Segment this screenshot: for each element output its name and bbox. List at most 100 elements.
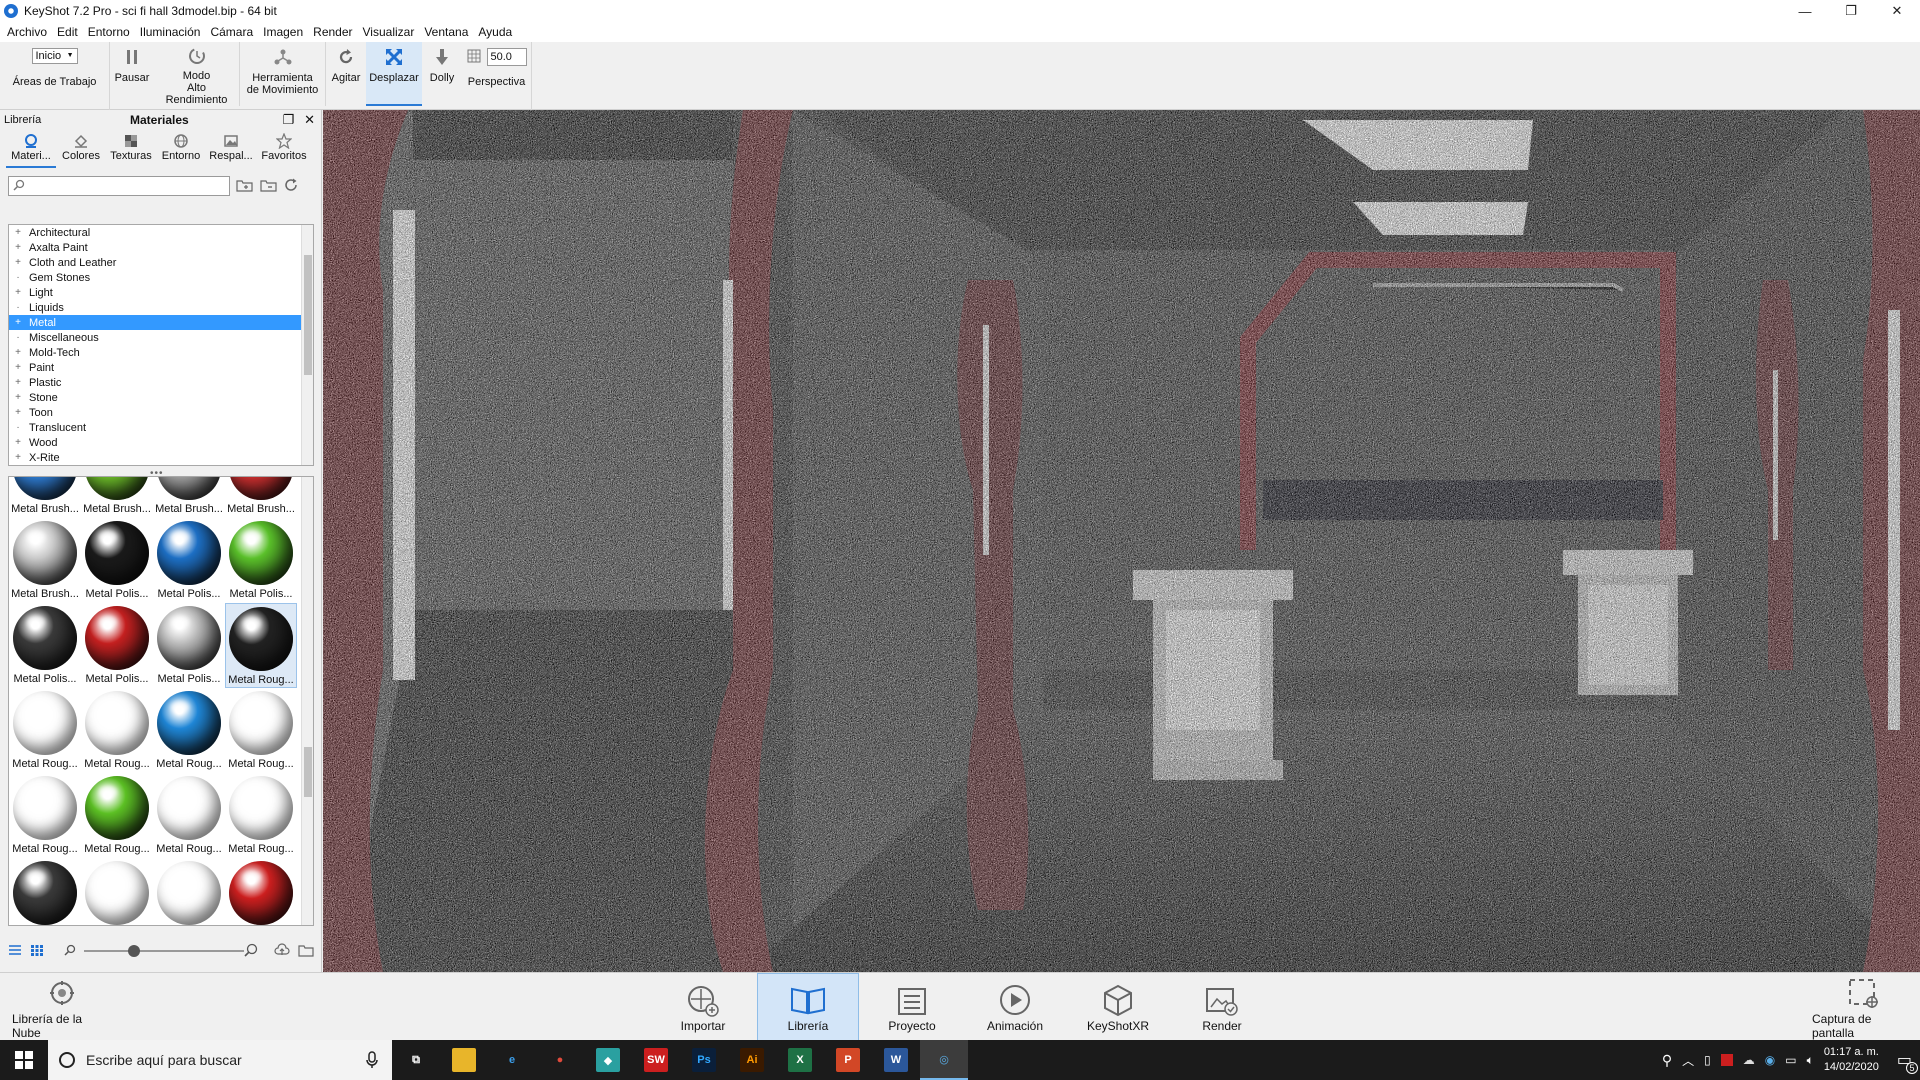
tree-item[interactable]: · Miscellaneous: [9, 330, 313, 345]
taskbar-app-photoshop[interactable]: Ps: [680, 1040, 728, 1080]
network-icon[interactable]: ▭: [1785, 1053, 1796, 1067]
taskbar-app-task-view[interactable]: ⧉: [392, 1040, 440, 1080]
grid-scrollbar[interactable]: [301, 477, 313, 925]
menu-visualizar[interactable]: Visualizar: [358, 25, 420, 39]
menu-ventana[interactable]: Ventana: [419, 25, 473, 39]
tab-colors[interactable]: Colores: [56, 130, 106, 168]
material-thumbnail[interactable]: Metal Polis...: [153, 518, 225, 603]
material-thumbnail[interactable]: Metal Polis...: [81, 518, 153, 603]
tab-materials[interactable]: Materi...: [6, 130, 56, 168]
move-tool-button[interactable]: Herramienta de Movimiento: [240, 42, 326, 106]
start-button[interactable]: [0, 1040, 48, 1080]
expand-plus-icon[interactable]: +: [13, 347, 23, 358]
chevron-up-icon[interactable]: ︿: [1682, 1052, 1694, 1069]
material-thumbnail[interactable]: [81, 858, 153, 925]
upload-cloud-icon[interactable]: [274, 942, 290, 960]
material-thumbnail[interactable]: Metal Roug...: [153, 773, 225, 858]
taskbar-app-word[interactable]: W: [872, 1040, 920, 1080]
material-thumbnail[interactable]: [9, 858, 81, 925]
float-panel-icon[interactable]: ❐: [282, 112, 294, 128]
tab-environments[interactable]: Entorno: [156, 130, 206, 168]
tree-item[interactable]: + Cloth and Leather: [9, 255, 313, 270]
menu-imagen[interactable]: Imagen: [258, 25, 308, 39]
menu-edit[interactable]: Edit: [52, 25, 83, 39]
material-thumbnail[interactable]: Metal Polis...: [225, 518, 297, 603]
cloud-tray-icon[interactable]: ☁: [1743, 1053, 1755, 1067]
tree-item[interactable]: + Architectural: [9, 225, 313, 240]
render-viewport[interactable]: [323, 110, 1920, 972]
material-thumbnail[interactable]: Metal Brush...: [153, 477, 225, 518]
tab-backplates[interactable]: Respal...: [206, 130, 256, 168]
expand-plus-icon[interactable]: +: [13, 452, 23, 463]
material-thumbnail[interactable]: Metal Brush...: [9, 518, 81, 603]
expand-plus-icon[interactable]: +: [13, 287, 23, 298]
tree-item[interactable]: · Gem Stones: [9, 270, 313, 285]
material-thumbnail[interactable]: Metal Polis...: [153, 603, 225, 688]
zoom-out-icon[interactable]: [64, 944, 76, 959]
tumble-button[interactable]: Agitar: [326, 42, 366, 106]
tree-item[interactable]: + Light: [9, 285, 313, 300]
material-thumbnail[interactable]: Metal Brush...: [81, 477, 153, 518]
keyshotxr-button[interactable]: KeyShotXR: [1080, 973, 1156, 1041]
minimize-button[interactable]: —: [1782, 0, 1828, 22]
tree-item[interactable]: + Metal: [9, 315, 313, 330]
notifications-icon[interactable]: ▭ 5: [1897, 1050, 1918, 1074]
dolly-button[interactable]: Dolly: [422, 42, 462, 106]
expand-plus-icon[interactable]: +: [13, 227, 23, 238]
pause-button[interactable]: Pausar: [110, 42, 154, 106]
chat-tray-icon[interactable]: ◉: [1765, 1053, 1775, 1067]
taskbar-app-chrome[interactable]: ●: [536, 1040, 584, 1080]
tab-textures[interactable]: Texturas: [106, 130, 156, 168]
remove-folder-icon[interactable]: [260, 178, 278, 195]
taskbar-app-powerpoint[interactable]: P: [824, 1040, 872, 1080]
menu-render[interactable]: Render: [308, 25, 357, 39]
taskbar-app-illustrator[interactable]: Ai: [728, 1040, 776, 1080]
tree-item[interactable]: + Plastic: [9, 375, 313, 390]
close-panel-icon[interactable]: ✕: [304, 112, 315, 128]
menu-camara[interactable]: Cámara: [205, 25, 258, 39]
tree-item[interactable]: + Toon: [9, 405, 313, 420]
screenshot-button[interactable]: Captura de pantalla: [1812, 973, 1916, 1041]
tree-item[interactable]: · Translucent: [9, 420, 313, 435]
tab-favorites[interactable]: Favoritos: [256, 130, 312, 168]
thumbnail-size-slider[interactable]: [84, 945, 244, 957]
material-thumbnail[interactable]: Metal Brush...: [9, 477, 81, 518]
expand-plus-icon[interactable]: +: [13, 392, 23, 403]
usb-icon[interactable]: ▯: [1704, 1053, 1711, 1067]
taskbar-app-excel[interactable]: X: [776, 1040, 824, 1080]
expand-plus-icon[interactable]: +: [13, 437, 23, 448]
taskbar-search-input[interactable]: Escribe aquí para buscar: [48, 1040, 392, 1080]
project-button[interactable]: Proyecto: [874, 973, 950, 1041]
material-thumbnail[interactable]: Metal Roug...: [225, 773, 297, 858]
workspace-select[interactable]: Inicio: [31, 48, 78, 64]
expand-plus-icon[interactable]: +: [13, 407, 23, 418]
tree-item[interactable]: + X-Rite: [9, 450, 313, 465]
material-thumbnail[interactable]: [153, 858, 225, 925]
solidworks-tray-icon[interactable]: [1720, 1054, 1733, 1066]
expand-plus-icon[interactable]: +: [13, 377, 23, 388]
folder-icon[interactable]: [298, 943, 314, 960]
import-button[interactable]: Importar: [665, 973, 741, 1041]
tree-scrollbar[interactable]: [301, 225, 313, 465]
material-thumbnail[interactable]: [225, 858, 297, 925]
expand-plus-icon[interactable]: +: [13, 317, 23, 328]
tree-item[interactable]: + Mold-Tech: [9, 345, 313, 360]
taskbar-app-keyshot[interactable]: ◎: [920, 1040, 968, 1080]
material-thumbnail[interactable]: Metal Roug...: [81, 688, 153, 773]
render-button[interactable]: Render: [1184, 973, 1260, 1041]
volume-icon[interactable]: 🔈︎: [1807, 1053, 1814, 1068]
expand-plus-icon[interactable]: +: [13, 242, 23, 253]
close-button[interactable]: ✕: [1874, 0, 1920, 22]
maximize-button[interactable]: ❐: [1828, 0, 1874, 22]
cloud-library-button[interactable]: Librería de la Nube: [12, 973, 112, 1041]
taskbar-app-solidworks[interactable]: SW: [632, 1040, 680, 1080]
material-thumbnail[interactable]: Metal Polis...: [81, 603, 153, 688]
material-thumbnail[interactable]: Metal Polis...: [9, 603, 81, 688]
tree-item[interactable]: + Paint: [9, 360, 313, 375]
taskbar-app-edge[interactable]: e: [488, 1040, 536, 1080]
material-thumbnail[interactable]: Metal Roug...: [9, 773, 81, 858]
tree-item[interactable]: + Axalta Paint: [9, 240, 313, 255]
taskbar-app-store[interactable]: ◆: [584, 1040, 632, 1080]
menu-entorno[interactable]: Entorno: [83, 25, 135, 39]
menu-archivo[interactable]: Archivo: [2, 25, 52, 39]
